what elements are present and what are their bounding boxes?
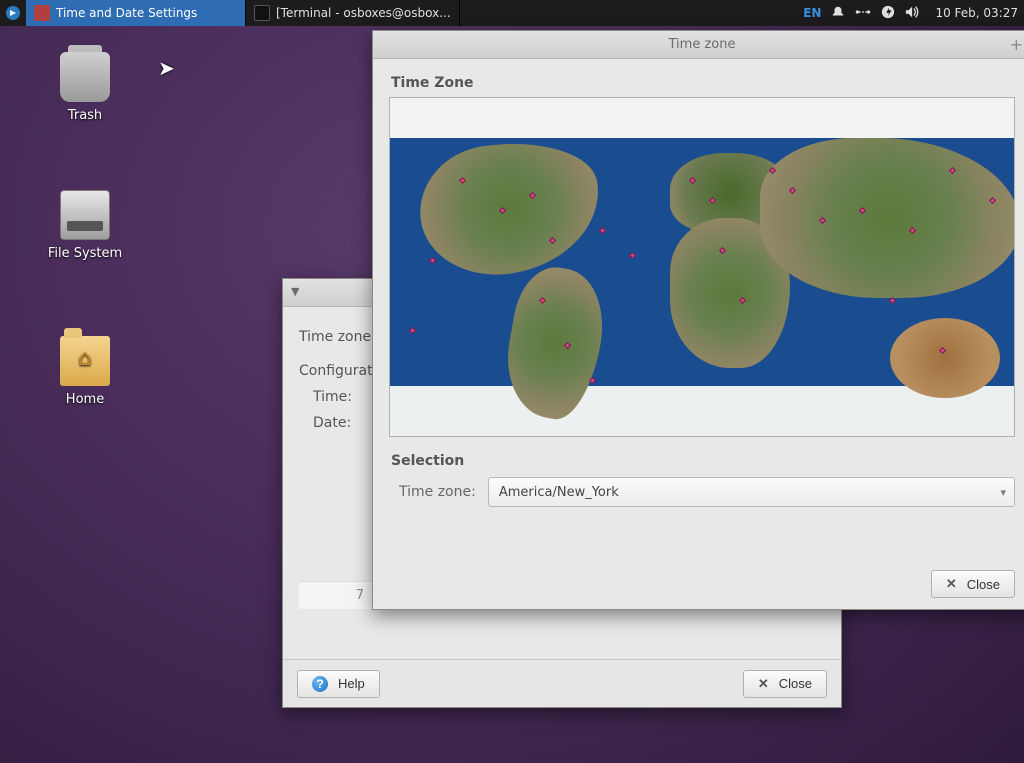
city-marker[interactable] bbox=[409, 327, 416, 334]
calendar-day[interactable]: 7 bbox=[356, 588, 364, 603]
taskbar: Time and Date Settings [Terminal - osbox… bbox=[0, 0, 1024, 26]
map-section-heading: Time Zone bbox=[391, 75, 1015, 91]
window-maximize-icon[interactable]: + bbox=[1010, 35, 1023, 54]
map-australia bbox=[890, 318, 1000, 398]
help-icon: ? bbox=[312, 676, 328, 692]
close-button[interactable]: Close bbox=[743, 670, 827, 698]
world-map[interactable] bbox=[389, 97, 1015, 437]
task-terminal[interactable]: [Terminal - osboxes@osbox... bbox=[246, 0, 460, 26]
city-marker[interactable] bbox=[429, 257, 436, 264]
map-north-america bbox=[412, 131, 608, 285]
timezone-field-label: Time zone: bbox=[399, 484, 476, 500]
city-marker[interactable] bbox=[599, 227, 606, 234]
close-icon bbox=[758, 676, 773, 692]
task-label: Time and Date Settings bbox=[56, 6, 197, 20]
timezone-select-row: Time zone: America/New_York bbox=[399, 477, 1015, 507]
button-label: Close bbox=[779, 676, 812, 691]
system-tray: EN bbox=[795, 5, 929, 22]
terminal-icon bbox=[254, 5, 270, 21]
mouse-cursor: ➤ bbox=[158, 56, 175, 80]
close-button[interactable]: Close bbox=[931, 570, 1015, 598]
dialog-button-bar: Close bbox=[373, 559, 1024, 609]
volume-icon[interactable] bbox=[905, 5, 921, 22]
timezone-selected-value: America/New_York bbox=[499, 485, 619, 500]
window-title: Time zone bbox=[669, 37, 736, 52]
notifications-icon[interactable] bbox=[831, 5, 845, 22]
button-label: Help bbox=[338, 676, 365, 691]
desktop-icon-home[interactable]: Home bbox=[35, 336, 135, 407]
close-icon bbox=[946, 576, 961, 592]
desktop-icon-label: File System bbox=[35, 246, 135, 261]
titlebar[interactable]: Time zone + bbox=[373, 31, 1024, 59]
window-timezone[interactable]: Time zone + Time Zone bbox=[372, 30, 1024, 610]
timezone-body: Time Zone bbox=[373, 59, 1024, 507]
selection-section-heading: Selection bbox=[391, 453, 1015, 469]
desktop-icon-trash[interactable]: Trash bbox=[35, 52, 135, 123]
desktop-icon-label: Home bbox=[35, 392, 135, 407]
app-menu-button[interactable] bbox=[0, 0, 26, 26]
city-marker[interactable] bbox=[589, 377, 596, 384]
folder-home-icon bbox=[60, 336, 110, 386]
clock[interactable]: 10 Feb, 03:27 bbox=[929, 6, 1024, 20]
trash-icon bbox=[60, 52, 110, 102]
power-icon[interactable] bbox=[881, 5, 895, 22]
help-button[interactable]: ? Help bbox=[297, 670, 380, 698]
task-time-date-settings[interactable]: Time and Date Settings bbox=[26, 0, 246, 26]
desktop-icon-label: Trash bbox=[35, 108, 135, 123]
drive-icon bbox=[60, 190, 110, 240]
desktop-icon-filesystem[interactable]: File System bbox=[35, 190, 135, 261]
calendar-icon bbox=[34, 5, 50, 21]
keyboard-layout-indicator[interactable]: EN bbox=[803, 6, 821, 20]
city-marker[interactable] bbox=[629, 252, 636, 259]
window-menu-icon[interactable]: ▼ bbox=[291, 285, 299, 298]
city-marker[interactable] bbox=[889, 297, 896, 304]
dialog-button-bar: ? Help Close bbox=[283, 659, 841, 707]
task-label: [Terminal - osboxes@osbox... bbox=[276, 6, 451, 20]
button-label: Close bbox=[967, 577, 1000, 592]
map-arctic bbox=[390, 98, 1014, 138]
network-icon[interactable] bbox=[855, 5, 871, 22]
map-asia bbox=[760, 138, 1015, 298]
timezone-combobox[interactable]: America/New_York bbox=[488, 477, 1015, 507]
